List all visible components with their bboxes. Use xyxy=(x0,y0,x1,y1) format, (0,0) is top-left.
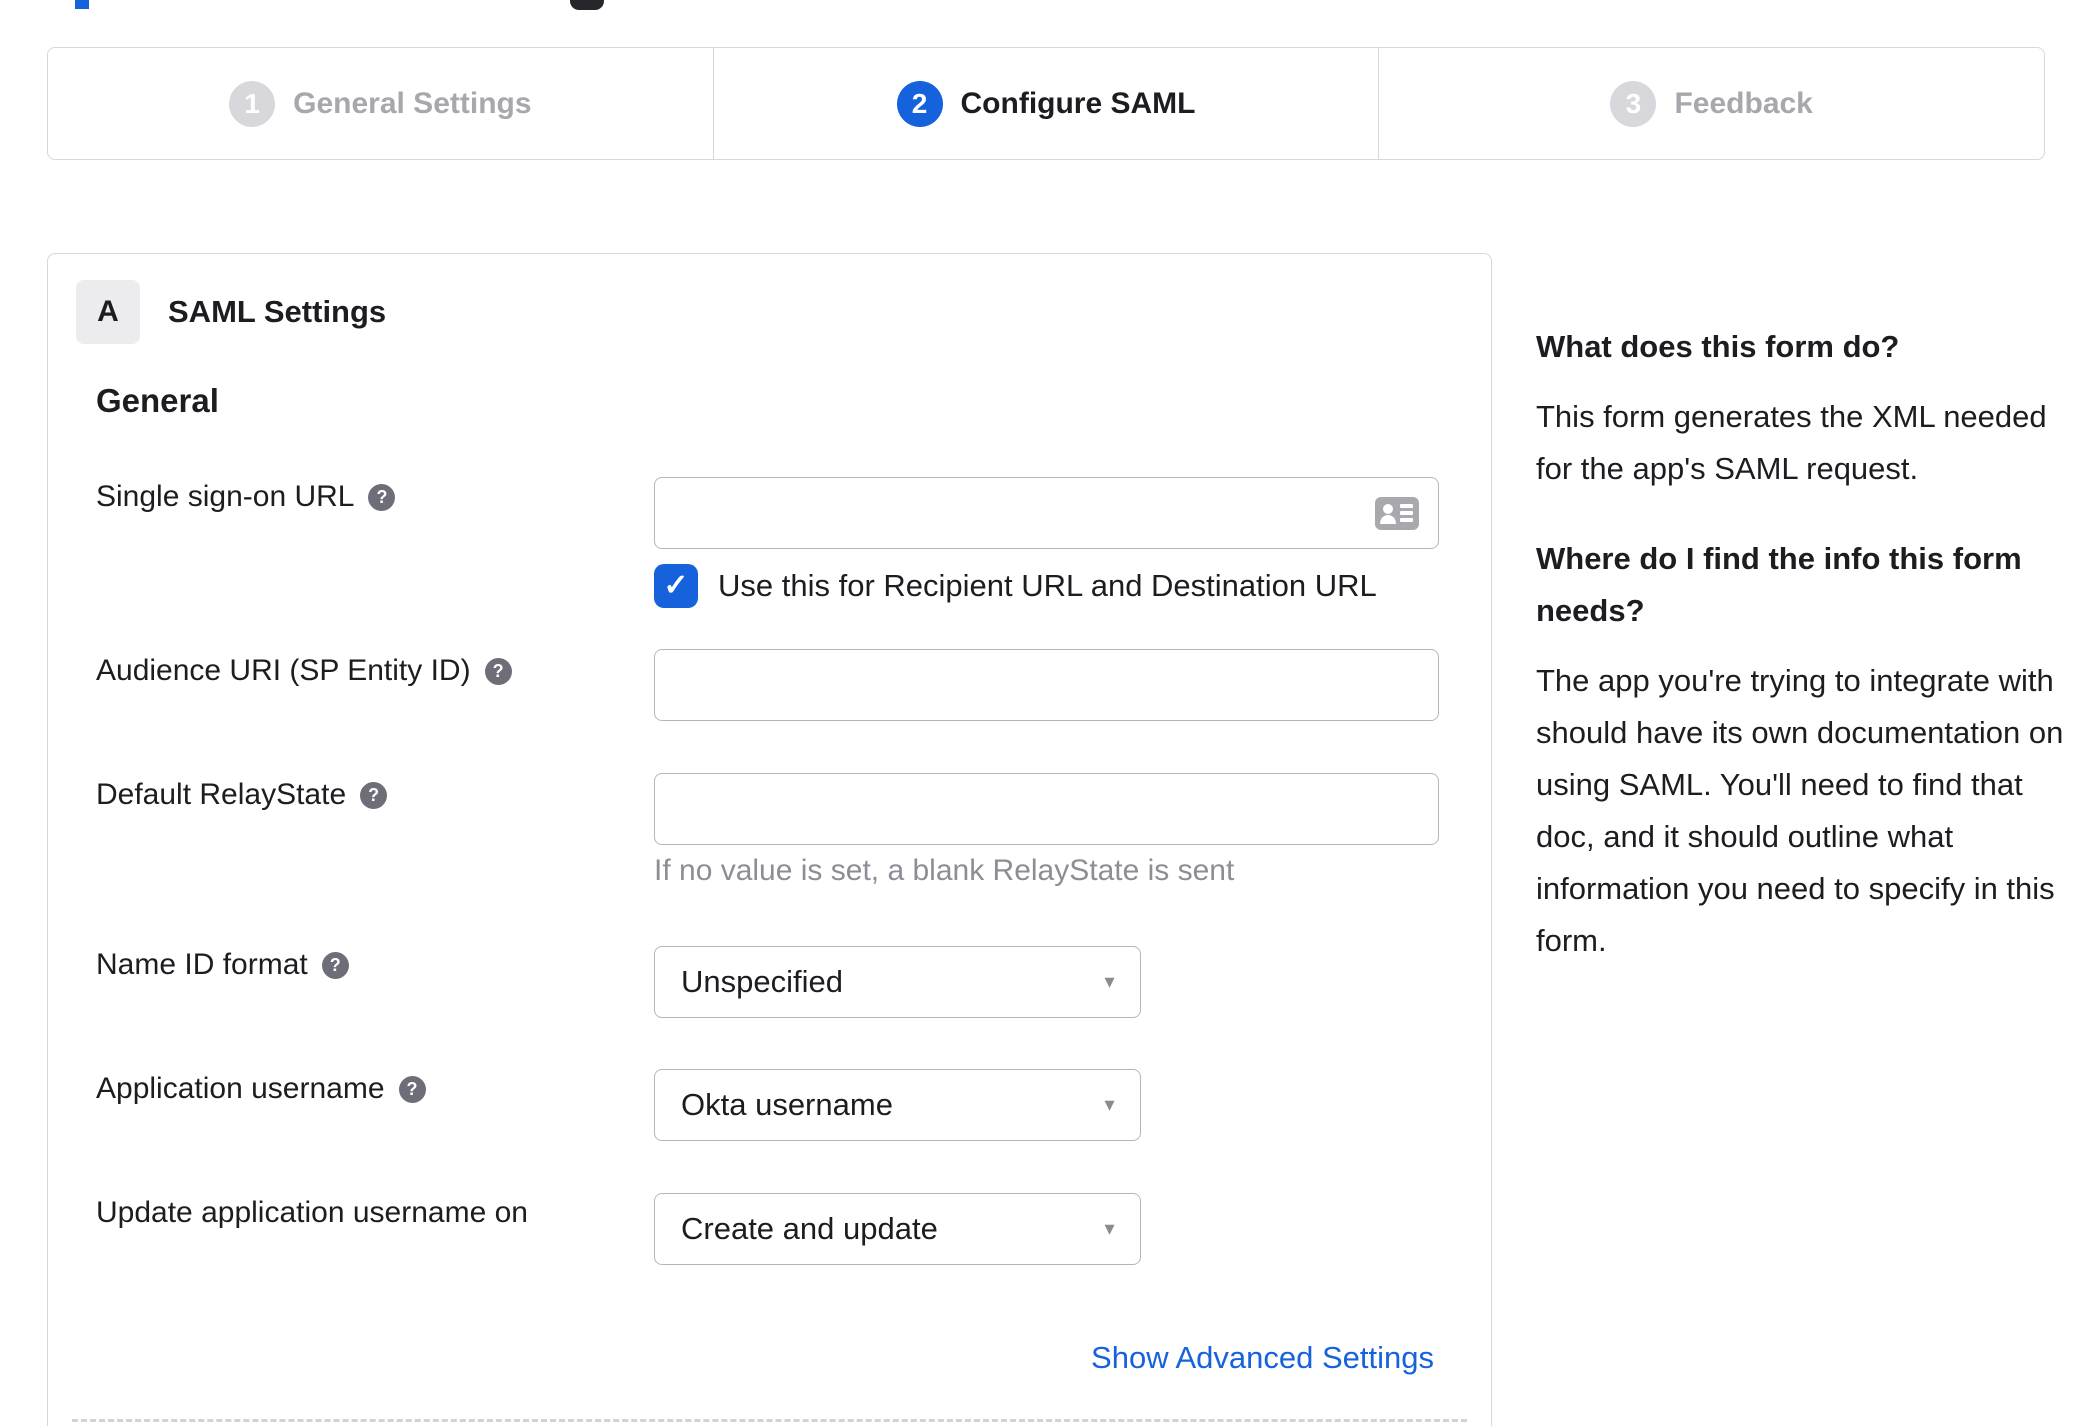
single-sign-on-url-label: Single sign-on URL ? xyxy=(96,480,396,514)
sidebar-body-what: This form generates the XML needed for t… xyxy=(1536,399,2047,486)
step-number-badge: 1 xyxy=(229,80,276,127)
recipient-url-checkbox-label[interactable]: Use this for Recipient URL and Destinati… xyxy=(718,568,1377,604)
audience-uri-field xyxy=(654,649,1439,721)
help-sidebar: What does this form do? This form genera… xyxy=(1536,321,2076,1005)
single-sign-on-url-input[interactable] xyxy=(654,477,1439,549)
help-icon[interactable]: ? xyxy=(321,951,349,979)
field-label-text: Default RelayState xyxy=(96,778,347,811)
default-relaystate-label: Default RelayState ? xyxy=(96,778,388,812)
update-application-username-label: Update application username on xyxy=(96,1196,528,1230)
recipient-url-checkbox-row: ✓ Use this for Recipient URL and Destina… xyxy=(654,564,1377,608)
name-id-format-select[interactable]: Unspecified ▼ xyxy=(654,946,1141,1018)
checkmark-icon: ✓ xyxy=(663,569,689,602)
step-configure-saml[interactable]: 2 Configure SAML xyxy=(712,48,1379,159)
section-a-badge: A xyxy=(76,280,140,344)
field-label-text: Update application username on xyxy=(96,1196,528,1229)
general-section-heading: General xyxy=(96,382,219,419)
update-application-username-select[interactable]: Create and update ▼ xyxy=(654,1193,1141,1265)
chevron-down-icon: ▼ xyxy=(1101,972,1118,992)
chevron-down-icon: ▼ xyxy=(1101,1095,1118,1115)
step-label: Feedback xyxy=(1674,86,1813,120)
sidebar-heading-where: Where do I find the info this form needs… xyxy=(1536,541,2022,628)
sidebar-heading-what: What does this form do? xyxy=(1536,329,1900,364)
name-id-format-label: Name ID format ? xyxy=(96,948,349,982)
default-relaystate-field xyxy=(654,773,1439,845)
step-label: General Settings xyxy=(293,86,532,120)
cutoff-dark-mark xyxy=(570,0,604,10)
help-icon[interactable]: ? xyxy=(484,657,512,685)
audience-uri-input[interactable] xyxy=(654,649,1439,721)
recipient-url-checkbox[interactable]: ✓ xyxy=(654,564,698,608)
sidebar-body-where: The app you're trying to integrate with … xyxy=(1536,663,2064,958)
section-dashed-divider xyxy=(72,1419,1467,1422)
field-label-text: Single sign-on URL xyxy=(96,480,355,513)
step-number-badge: 2 xyxy=(896,80,943,127)
default-relaystate-input[interactable] xyxy=(654,773,1439,845)
field-label-text: Name ID format xyxy=(96,948,308,981)
application-username-label: Application username ? xyxy=(96,1072,426,1106)
panel-title: SAML Settings xyxy=(168,294,387,329)
help-icon[interactable]: ? xyxy=(368,483,396,511)
help-icon[interactable]: ? xyxy=(398,1075,426,1103)
field-label-text: Application username xyxy=(96,1072,385,1105)
select-value: Okta username xyxy=(681,1087,893,1122)
contact-card-icon[interactable] xyxy=(1375,497,1419,530)
chevron-down-icon: ▼ xyxy=(1101,1219,1118,1239)
select-value: Create and update xyxy=(681,1211,938,1246)
step-label: Configure SAML xyxy=(960,86,1196,120)
single-sign-on-url-field xyxy=(654,477,1439,549)
cutoff-blue-mark xyxy=(75,0,89,9)
select-value: Unspecified xyxy=(681,964,843,999)
show-advanced-settings-link[interactable]: Show Advanced Settings xyxy=(1091,1340,1434,1376)
step-general-settings[interactable]: 1 General Settings xyxy=(48,48,713,159)
field-label-text: Audience URI (SP Entity ID) xyxy=(96,654,471,687)
application-username-select[interactable]: Okta username ▼ xyxy=(654,1069,1141,1141)
step-number-badge: 3 xyxy=(1610,80,1657,127)
wizard-stepper: 1 General Settings 2 Configure SAML 3 Fe… xyxy=(47,47,2045,160)
audience-uri-label: Audience URI (SP Entity ID) ? xyxy=(96,654,512,688)
relaystate-hint: If no value is set, a blank RelayState i… xyxy=(654,854,1235,887)
step-feedback[interactable]: 3 Feedback xyxy=(1378,48,2044,159)
saml-settings-panel: A SAML Settings General Single sign-on U… xyxy=(47,253,1492,1426)
help-icon[interactable]: ? xyxy=(360,781,388,809)
